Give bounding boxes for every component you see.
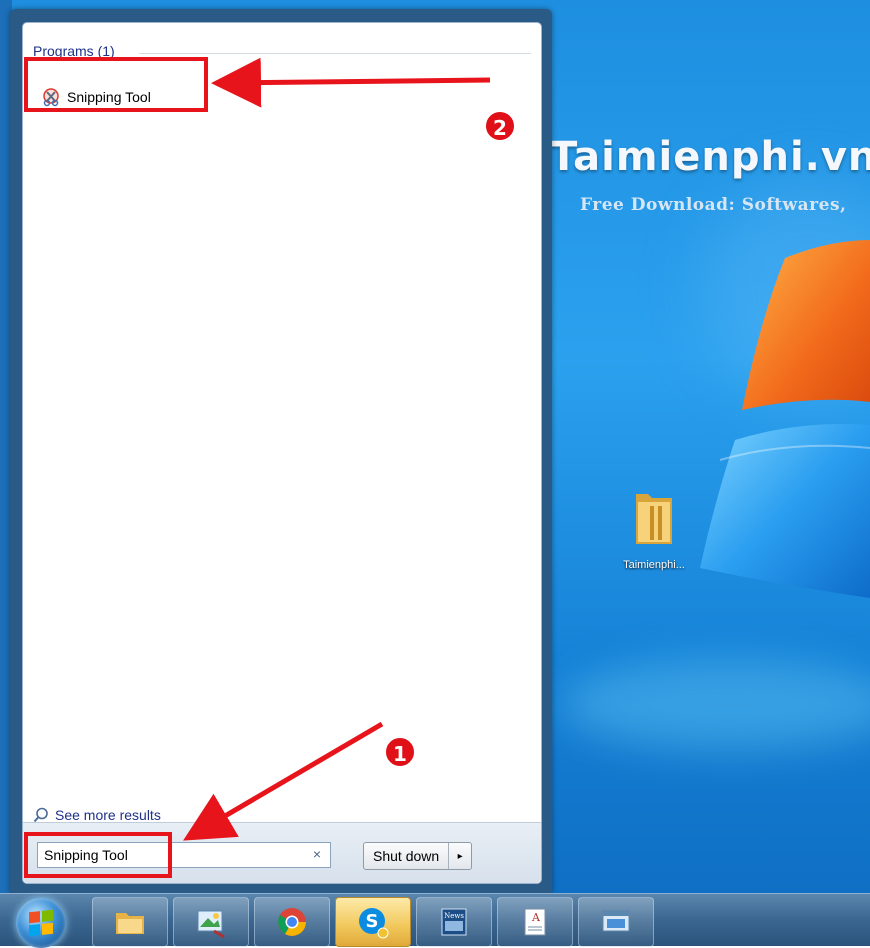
annotation-step-2-badge: 2 xyxy=(484,110,516,142)
annotation-arrow-to-result xyxy=(211,57,491,108)
annotation-arrows xyxy=(183,57,491,841)
annotation-arrow-to-search xyxy=(183,721,384,841)
annotation-step-1-badge: 1 xyxy=(384,736,416,768)
